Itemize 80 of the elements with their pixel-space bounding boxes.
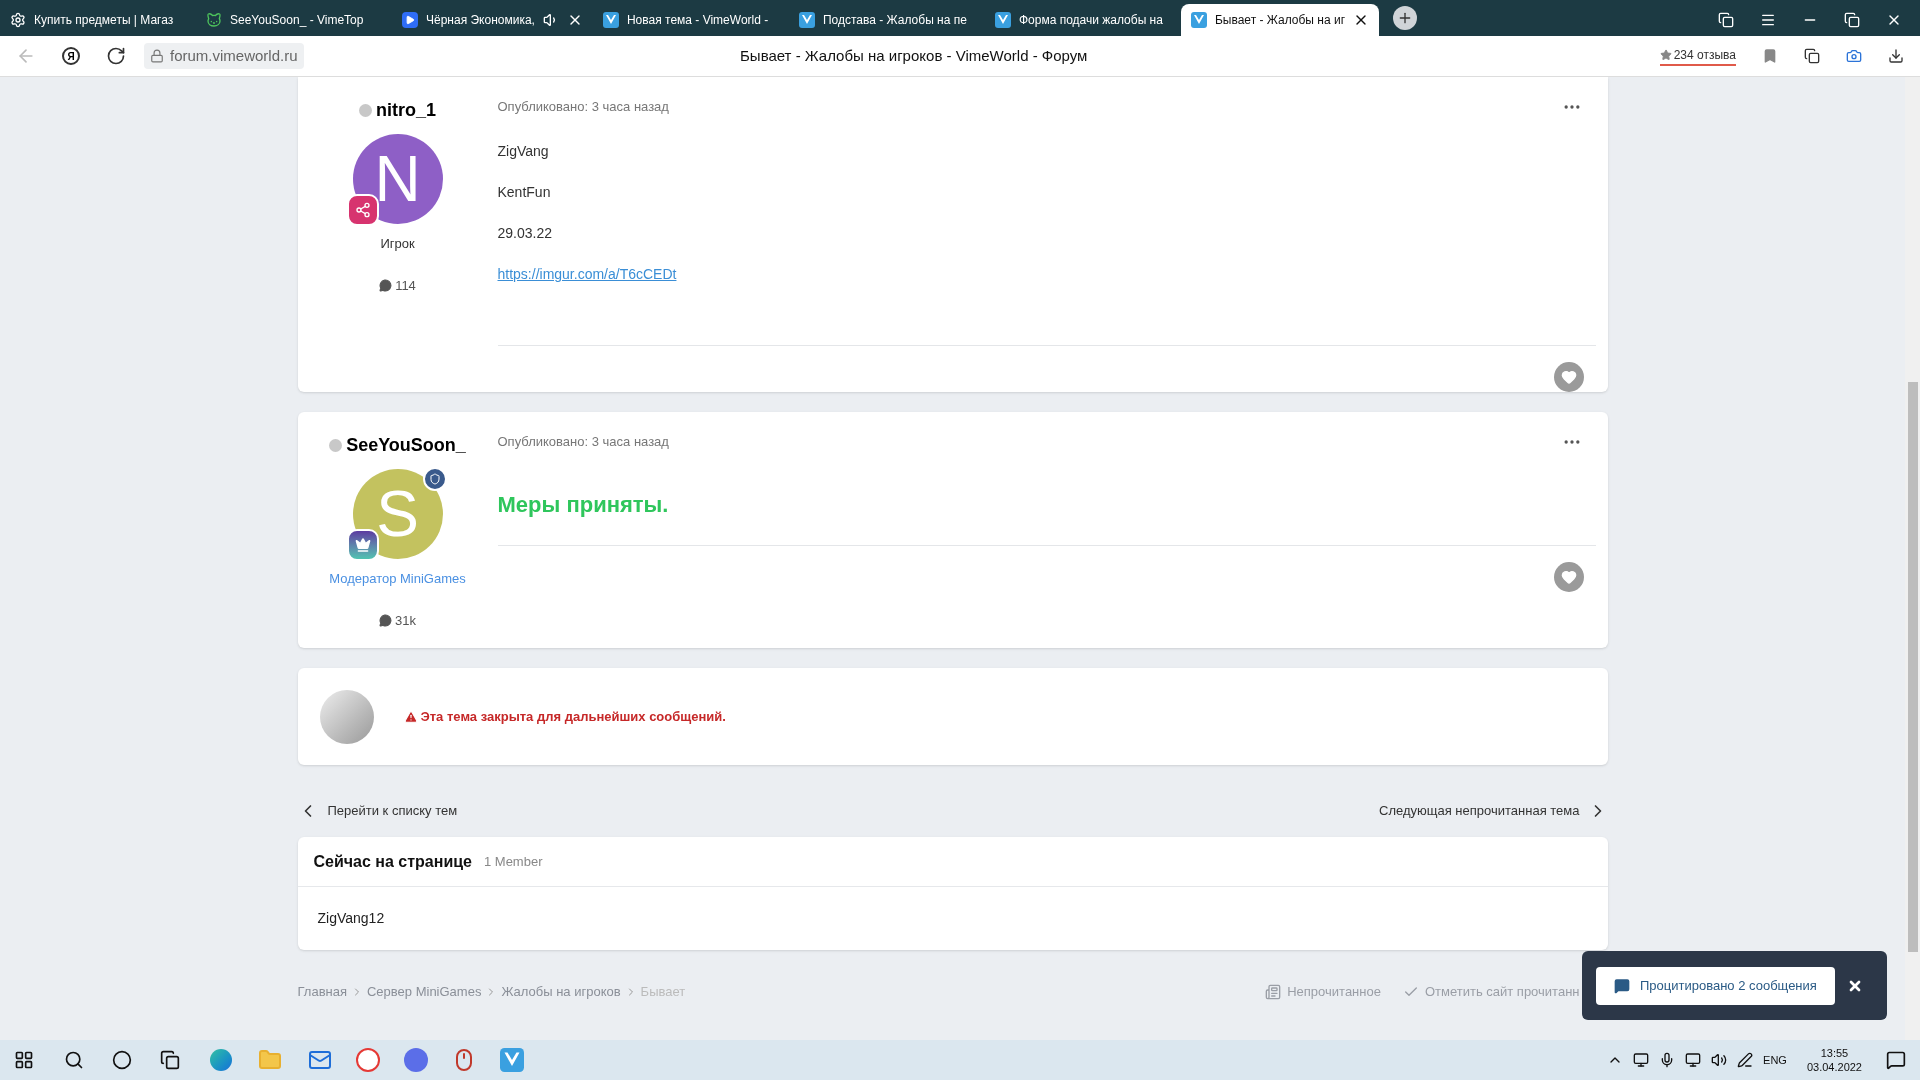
heart-icon [1560,569,1577,585]
scrollbar[interactable] [1905,77,1920,1040]
tab-title: Форма подачи жалобы на [1018,12,1164,29]
circle-icon[interactable] [112,1050,132,1070]
comment-icon [379,613,392,627]
yandex-browser-icon[interactable] [356,1048,380,1072]
tab-title: Подстава - Жалобы на пе [822,12,968,29]
tab-title: Чёрная Экономика, [426,12,535,29]
avatar[interactable]: N [352,134,443,224]
speech-bubble-icon [1614,977,1630,994]
tab-title: Купить предметы | Магаз [34,12,175,29]
user-role: Игрок [380,235,415,253]
home-button[interactable]: Я [62,47,80,65]
post-text: ZigVang [497,142,550,161]
collections-icon[interactable] [1718,12,1734,28]
reviews-badge[interactable]: 234 отзыва [1659,46,1736,66]
member-count: 1 Member [483,852,543,871]
mail-icon[interactable] [308,1048,332,1072]
windows-start-icon[interactable] [14,1050,34,1070]
author-name[interactable]: SeeYouSoon_ [346,432,466,459]
tab-title: SeeYouSoon_ - VimeTop [230,12,365,29]
cat-icon [206,12,222,28]
network-icon[interactable] [1685,1052,1702,1068]
star-icon [1659,49,1672,61]
browser-tab[interactable]: Форма подачи жалобы на [984,4,1181,36]
browser-tab[interactable]: Новая тема - VimeWorld - [592,4,789,36]
browser-tab[interactable]: Купить предметы | Магаз [0,4,196,36]
language-indicator[interactable]: ENG [1763,1051,1787,1069]
tab-title: Бывает - Жалобы на иг [1214,12,1346,29]
gear-icon [10,12,26,28]
warning-icon [403,709,418,724]
online-title: Сейчас на странице [313,851,472,872]
quoted-messages-button[interactable]: Процитировано 2 сообщения [1596,966,1835,1005]
like-button[interactable] [1553,362,1584,392]
author-name[interactable]: nitro_1 [376,97,436,124]
download-icon[interactable] [1888,48,1904,64]
browser-tab[interactable]: Бывает - Жалобы на иг [1180,4,1380,36]
play-icon [402,12,418,28]
crown-badge-icon [346,529,379,561]
next-unread-link[interactable]: Следующая непрочитанная тема [1379,801,1608,821]
screenshot-icon[interactable] [1846,48,1862,64]
verdict-text: Меры приняты. [497,491,670,519]
shield-badge-icon [422,467,447,491]
clock[interactable]: 13:55 03.04.2022 [1806,1046,1862,1074]
closed-notice: Эта тема закрыта для дальнейших сообщений. [420,707,726,726]
tab-title: Новая тема - VimeWorld - [626,12,770,29]
volume-icon[interactable] [1711,1052,1728,1068]
reload-icon[interactable] [106,46,126,66]
heart-icon [1560,369,1577,385]
post-date: Опубликовано: 3 часа назад [497,98,669,117]
search-icon[interactable] [64,1050,84,1070]
post-count: 114 [395,276,416,295]
page-title: Бывает - Жалобы на игроков - VimeWorld - Форум [740,45,1088,66]
comment-icon [379,278,393,292]
post-text: 29.03.22 [497,224,553,243]
member-name[interactable]: ZigVang12 [317,908,385,929]
post-link[interactable]: https://imgur.com/a/T6cCEDt [497,264,677,285]
task-view-icon[interactable] [160,1050,180,1070]
browser-tab[interactable]: SeeYouSoon_ - VimeTop [196,4,392,36]
url-field[interactable]: forum.vimeworld.ru [144,43,304,69]
browser-tab[interactable]: Чёрная Экономика, [392,4,593,36]
notifications-icon[interactable] [1886,1050,1906,1070]
browser-icon[interactable] [210,1049,232,1071]
share-badge-icon [346,194,379,226]
user-role: Модератор MiniGames [329,570,466,588]
menu-icon[interactable] [1760,12,1776,28]
extensions-icon[interactable] [1804,48,1820,64]
pen-icon[interactable] [1737,1052,1754,1068]
post-date: Опубликовано: 3 часа назад [497,433,669,452]
bookmark-icon[interactable] [1762,48,1778,64]
back-to-topics-link[interactable]: Перейти к списку тем [297,801,458,821]
like-button[interactable] [1553,562,1584,592]
browser-tab[interactable]: Подстава - Жалобы на пе [788,4,985,36]
chat-app-icon[interactable] [404,1048,428,1072]
lock-icon [150,49,164,63]
restore-icon[interactable] [1844,12,1860,28]
post-text: KentFun [497,183,552,202]
post-count: 31k [395,611,416,630]
newspaper-icon [1265,983,1282,1000]
new-tab-button[interactable] [1393,6,1418,30]
